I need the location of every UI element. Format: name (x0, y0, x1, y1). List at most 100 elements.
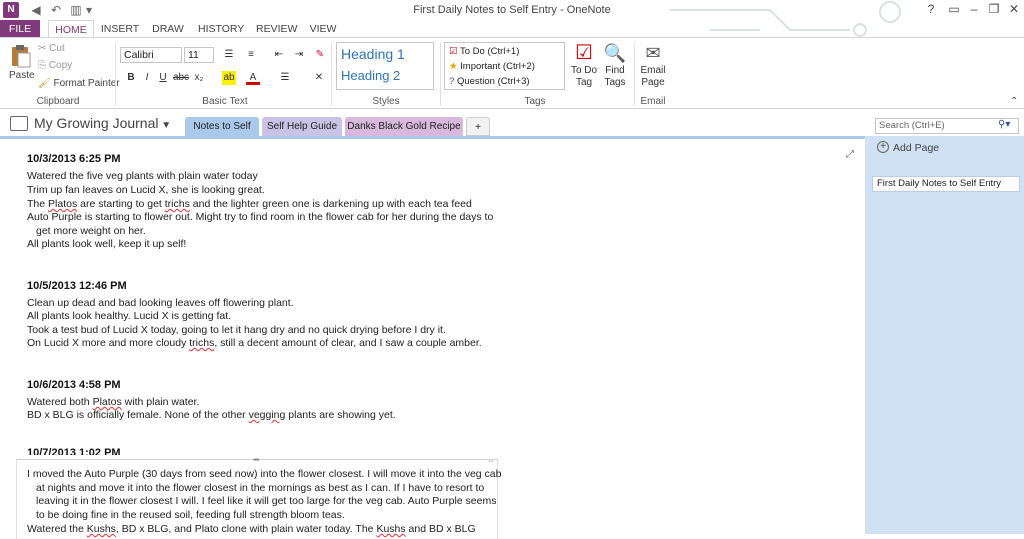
help-button[interactable]: ? (920, 1, 942, 17)
entry-line[interactable]: BD x BLG is officially female. None of t… (27, 409, 396, 421)
section-tab-self-help-guide[interactable]: Self Help Guide (262, 117, 342, 136)
add-page-button[interactable]: + Add Page (865, 136, 1024, 160)
entry-line[interactable]: On Lucid X more and more cloudy trichs, … (27, 337, 482, 349)
tab-review[interactable]: REVIEW (256, 20, 297, 38)
font-color-icon[interactable]: A (246, 71, 260, 85)
cut-label: Cut (49, 43, 65, 54)
ribbon-tabs: FILE HOME INSERT DRAW HISTORY REVIEW VIE… (0, 20, 1024, 38)
find-tags-button[interactable]: 🔍 Find Tags (600, 41, 630, 89)
tag-todo-label: To Do (Ctrl+1) (459, 46, 520, 57)
question-icon: ? (449, 76, 457, 87)
drag-handle-icon[interactable]: ▪▪▪ (253, 455, 259, 464)
delete-icon[interactable]: ✕ (312, 71, 326, 85)
notebook-title[interactable]: My Growing Journal ▼ (34, 115, 171, 131)
styles-gallery[interactable]: Heading 1 Heading 2 (336, 42, 434, 90)
underline-button[interactable]: U (156, 71, 170, 85)
numbering-icon[interactable]: ≡ (244, 48, 258, 62)
star-icon: ★ (449, 61, 461, 72)
entry-line[interactable]: Auto Purple is starting to flower out. M… (27, 211, 493, 223)
tag-important[interactable]: ★ Important (Ctrl+2) (449, 61, 535, 72)
paste-icon[interactable] (10, 44, 32, 68)
email-page-button[interactable]: ✉ Email Page (638, 41, 668, 89)
group-divider (440, 42, 441, 106)
entry-line[interactable]: get more weight on her. (36, 225, 146, 237)
strikethrough-button[interactable]: abc (172, 71, 190, 85)
envelope-icon: ✉ (645, 43, 661, 63)
notebook-icon[interactable] (10, 116, 28, 131)
note-container[interactable]: ▪▪▪ ⇔ I moved the Auto Purple (30 days f… (16, 455, 501, 539)
italic-button[interactable]: I (140, 71, 154, 85)
entry-line[interactable]: Took a test bud of Lucid X today, going … (27, 324, 446, 336)
decrease-indent-icon[interactable]: ⇤ (272, 48, 286, 62)
brush-icon: 🖌 (38, 78, 54, 89)
tab-history[interactable]: HISTORY (198, 20, 244, 38)
entry-line[interactable]: Clean up dead and bad looking leaves off… (27, 297, 294, 309)
expand-icon[interactable]: ⤢ (846, 149, 854, 160)
align-icon[interactable]: ☰ (278, 71, 292, 85)
resize-handle-icon[interactable]: ⇔ (487, 456, 495, 465)
style-heading-1[interactable]: Heading 1 (341, 46, 405, 62)
highlight-icon[interactable]: ab (222, 71, 236, 85)
entry-line[interactable]: All plants look healthy. Lucid X is gett… (27, 310, 231, 322)
close-button[interactable]: ✕ (1003, 1, 1024, 17)
format-painter-label: Format Painter (53, 78, 120, 89)
find-tags-icon: 🔍 (603, 43, 627, 63)
font-family-select[interactable]: Calibri (120, 47, 182, 63)
email-page-label: Email Page (640, 65, 666, 88)
notebook-bar: My Growing Journal ▼ Notes to Self Self … (0, 110, 1024, 136)
increase-indent-icon[interactable]: ⇥ (292, 48, 306, 62)
minimize-button[interactable]: – (963, 1, 985, 17)
clear-formatting-icon[interactable]: ✎ (313, 48, 327, 62)
subscript-button[interactable]: x₂ (192, 71, 206, 85)
group-divider (331, 42, 332, 106)
tab-home[interactable]: HOME (48, 20, 94, 38)
entry-line[interactable]: Watered the five veg plants with plain w… (27, 170, 258, 182)
title-bar: N ◀ ↶ ▥ ▾ First Daily Notes to Self Entr… (0, 0, 1024, 37)
copy-button[interactable]: ⎘ Copy (38, 60, 72, 71)
entry-line[interactable]: leaving it in the flower closest I will.… (36, 495, 496, 507)
entry-line[interactable]: The Platos are starting to get trichs an… (27, 198, 472, 210)
tag-todo[interactable]: ☑ To Do (Ctrl+1) (449, 46, 519, 57)
tab-draw[interactable]: DRAW (150, 20, 186, 38)
copy-icon: ⎘ (38, 60, 49, 71)
paste-button[interactable]: Paste (9, 70, 35, 81)
entry-line[interactable]: Watered both Platos with plain water. (27, 396, 199, 408)
page-content[interactable]: ⤢ 10/3/2013 6:25 PM Watered the five veg… (0, 136, 865, 539)
entry-line[interactable]: All plants look well, keep it up self! (27, 238, 186, 250)
entry-line[interactable]: to be doing fine in the reused soil, fee… (36, 509, 345, 521)
style-heading-2[interactable]: Heading 2 (341, 68, 400, 83)
entry-line[interactable]: Watered the Kushs, BD x BLG, and Plato c… (27, 523, 476, 535)
tab-view[interactable]: VIEW (308, 20, 338, 38)
format-painter-button[interactable]: 🖌 Format Painter (38, 78, 120, 89)
restore-button[interactable]: ❐ (983, 1, 1005, 17)
search-icon[interactable]: ⚲▾ (998, 119, 1010, 130)
collapse-ribbon-icon[interactable]: ⌃ (1010, 96, 1018, 107)
tag-important-label: Important (Ctrl+2) (460, 61, 535, 72)
scissors-icon: ✂ (38, 43, 50, 54)
ribbon-options-button[interactable]: ▭ (943, 1, 965, 17)
bold-button[interactable]: B (124, 71, 138, 85)
entry-line[interactable]: at nights and move it into the flower cl… (36, 482, 484, 494)
entry-line[interactable]: I moved the Auto Purple (30 days from se… (27, 468, 501, 480)
tab-file[interactable]: FILE (0, 20, 40, 38)
font-size-select[interactable]: 11 (184, 47, 214, 63)
plus-circle-icon: + (877, 141, 889, 153)
bullets-icon[interactable]: ☰ (222, 48, 236, 62)
todo-tag-label: To Do Tag (570, 65, 598, 88)
section-tab-notes-to-self[interactable]: Notes to Self (185, 117, 259, 136)
find-tags-label: Find Tags (604, 65, 626, 88)
tag-question[interactable]: ? Question (Ctrl+3) (449, 76, 530, 87)
checkmark-icon: ☑ (575, 42, 593, 64)
styles-group-label: Styles (372, 96, 400, 107)
clipboard-group-label: Clipboard (36, 96, 80, 107)
page-list-item[interactable]: First Daily Notes to Self Entry (872, 176, 1020, 192)
todo-tag-button[interactable]: ☑ To Do Tag (568, 41, 600, 89)
cut-button[interactable]: ✂ Cut (38, 43, 65, 54)
chevron-down-icon: ▼ (158, 120, 172, 131)
entry-line[interactable]: Trim up fan leaves on Lucid X, she is lo… (27, 184, 265, 196)
section-tab-danks-black-gold[interactable]: Danks Black Gold Recipe (345, 117, 463, 136)
tab-insert[interactable]: INSERT (100, 20, 140, 38)
tags-gallery[interactable]: ☑ To Do (Ctrl+1) ★ Important (Ctrl+2) ? … (444, 42, 565, 90)
add-section-button[interactable]: + (466, 117, 490, 136)
group-divider (634, 42, 635, 106)
